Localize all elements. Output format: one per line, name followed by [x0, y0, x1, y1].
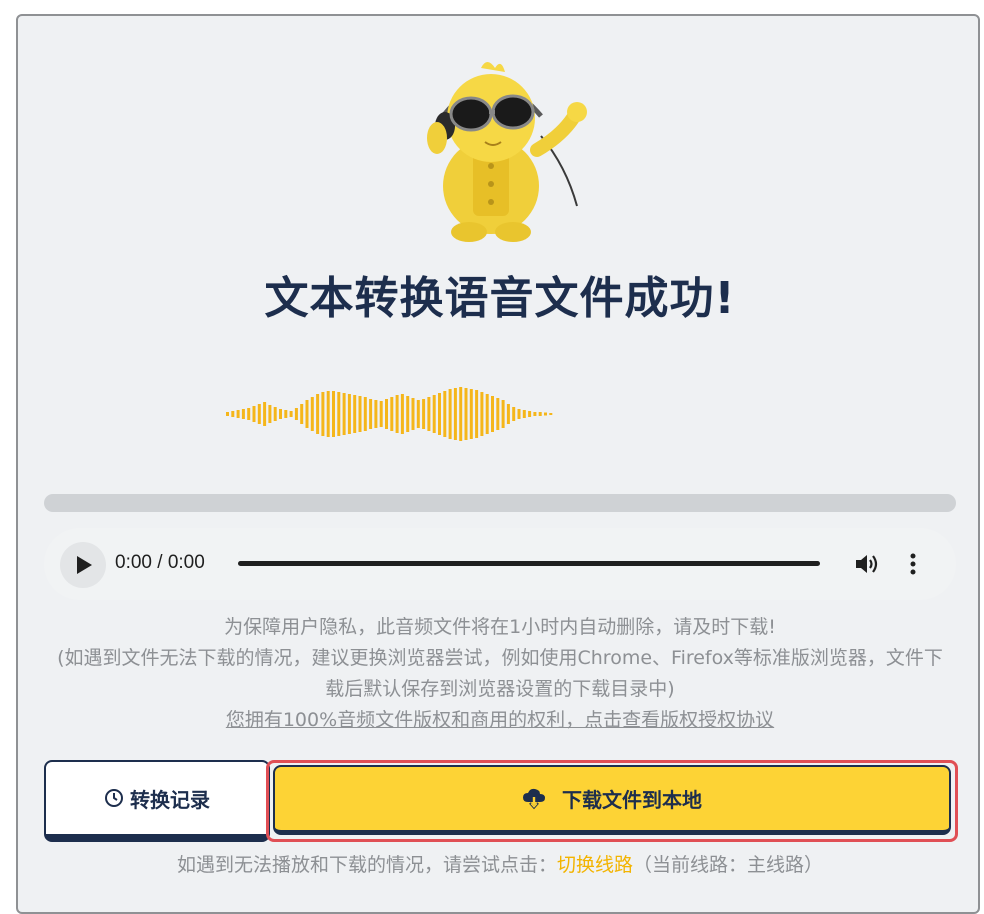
waveform-bar — [443, 391, 447, 437]
waveform-graphic — [226, 387, 553, 441]
download-button[interactable]: 下载文件到本地 — [273, 765, 951, 835]
waveform-bar — [480, 392, 484, 436]
waveform-bar — [406, 396, 410, 432]
waveform-bar — [438, 393, 441, 435]
waveform-bar — [469, 389, 473, 439]
waveform-bar — [263, 402, 267, 426]
time-display: 0:00 / 0:00 — [115, 552, 205, 573]
waveform-bar — [416, 400, 420, 428]
waveform-bar — [247, 408, 251, 420]
waveform-bar — [321, 392, 325, 436]
footer-suffix: （当前线路：主线路） — [633, 854, 824, 876]
waveform-bar — [257, 404, 261, 424]
waveform-bar — [305, 400, 309, 428]
footer-prefix: 如遇到无法播放和下载的情况，请尝试点击： — [176, 854, 557, 876]
waveform-bar — [310, 397, 314, 431]
waveform-bar — [268, 405, 272, 423]
waveform-bar — [390, 397, 394, 431]
waveform-bar — [453, 388, 457, 440]
clock-icon — [105, 789, 123, 807]
waveform-bar — [226, 412, 229, 416]
waveform-bar — [528, 411, 532, 417]
waveform-bar — [506, 404, 510, 424]
play-button[interactable] — [60, 542, 106, 588]
line-switch-notice: 如遇到无法播放和下载的情况，请尝试点击：切换线路（当前线路：主线路） — [18, 850, 982, 877]
notice-line-1: 为保障用户隐私，此音频文件将在1小时内自动删除，请及时下载! — [224, 616, 776, 638]
mascot-image — [427, 62, 587, 242]
waveform-bar — [501, 400, 505, 428]
waveform-bar — [422, 399, 426, 429]
notice-line-2: (如遇到文件无法下载的情况，建议更换浏览器尝试，例如使用Chrome、Firef… — [57, 647, 943, 700]
waveform-bar — [522, 410, 526, 418]
waveform-bar — [385, 399, 388, 429]
waveform-bar — [379, 401, 383, 427]
history-button-label: 转换记录 — [130, 787, 210, 812]
waveform-bar — [549, 413, 553, 415]
cloud-download-icon — [523, 788, 545, 809]
waveform-bar — [332, 391, 335, 437]
audio-player: 0:00 / 0:00 — [44, 528, 956, 600]
volume-icon[interactable] — [854, 552, 880, 576]
waveform-bar — [337, 392, 341, 436]
play-icon — [77, 556, 92, 574]
waveform-bar — [300, 404, 304, 424]
download-button-label: 下载文件到本地 — [562, 788, 702, 812]
waveform-bar — [241, 409, 245, 419]
waveform-bar — [395, 395, 399, 433]
waveform-bar — [491, 396, 494, 432]
waveform-bar — [347, 394, 351, 434]
waveform-bar — [374, 400, 378, 428]
download-button-highlight: 下载文件到本地 — [266, 760, 958, 842]
waveform-bar — [496, 398, 500, 430]
waveform-bar — [400, 394, 404, 434]
more-vertical-icon[interactable] — [909, 552, 917, 576]
waveform-bar — [342, 393, 346, 435]
progress-bar — [44, 494, 956, 512]
waveform-bar — [231, 411, 235, 417]
waveform-bar — [316, 394, 320, 434]
seek-slider[interactable] — [238, 561, 820, 566]
waveform-bar — [236, 410, 240, 418]
waveform-bar — [538, 412, 542, 416]
history-button[interactable]: 转换记录 — [44, 760, 270, 842]
license-link[interactable]: 您拥有100%音频文件版权和商用的权利，点击查看版权授权协议 — [48, 705, 952, 736]
waveform-bar — [475, 390, 479, 438]
waveform-bar — [427, 397, 431, 431]
waveform-bar — [326, 391, 330, 437]
waveform-bar — [411, 398, 415, 430]
waveform-bar — [353, 395, 357, 433]
waveform-bar — [485, 394, 489, 434]
waveform-bar — [512, 407, 516, 421]
waveform-bar — [363, 397, 367, 431]
waveform-bar — [273, 407, 277, 421]
waveform-bar — [284, 410, 288, 418]
waveform-bar — [294, 408, 298, 420]
waveform-bar — [252, 406, 256, 422]
waveform-bar — [369, 399, 373, 429]
privacy-notice: 为保障用户隐私，此音频文件将在1小时内自动删除，请及时下载! (如遇到文件无法下… — [48, 612, 952, 736]
waveform-bar — [358, 396, 362, 432]
waveform-bar — [464, 388, 468, 440]
waveform-bar — [279, 409, 282, 419]
waveform-bar — [459, 387, 463, 441]
waveform-bar — [432, 395, 436, 433]
waveform-bar — [533, 412, 537, 416]
page-title: 文本转换语音文件成功! — [264, 273, 736, 324]
waveform-bar — [544, 412, 547, 416]
result-card: 文本转换语音文件成功! 0:00 / 0:00 为保障用户隐私，此音频文件将在1… — [16, 14, 980, 914]
waveform-bar — [289, 411, 293, 417]
waveform-bar — [448, 389, 452, 439]
waveform-bar — [517, 409, 521, 419]
switch-line-link[interactable]: 切换线路 — [557, 854, 633, 876]
